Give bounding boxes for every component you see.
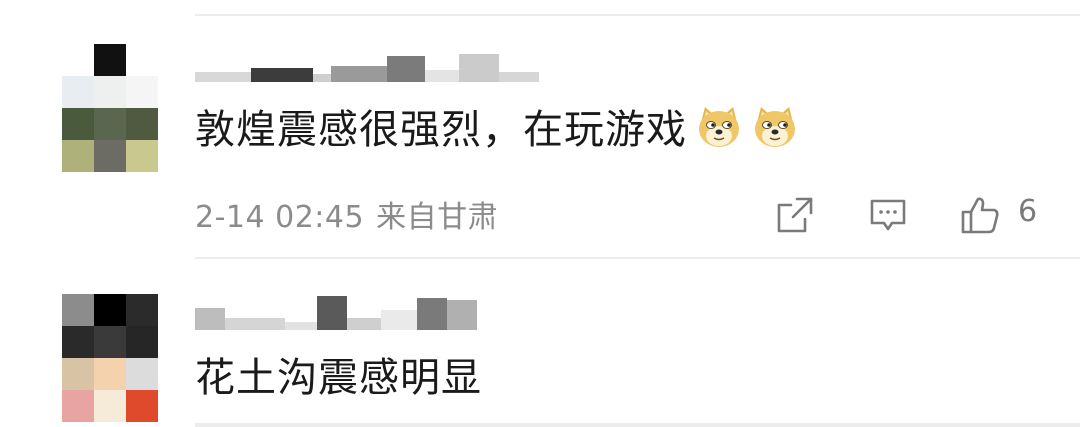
- comment-list: 敦煌震感很强烈，在玩游戏 2-14 02:45 来自甘肃 6 花土沟震感明显: [0, 0, 1080, 427]
- username-blurred[interactable]: [195, 46, 539, 82]
- comment-meta: 2-14 02:45 来自甘肃: [195, 192, 498, 236]
- comment-icon[interactable]: [868, 195, 908, 235]
- comment-location: 来自甘肃: [376, 200, 499, 235]
- comment-date: 2-14 02:45: [195, 200, 365, 235]
- like-count: 6: [1018, 194, 1038, 229]
- username-blurred[interactable]: [195, 294, 477, 330]
- comment-body: 敦煌震感很强烈，在玩游戏: [195, 107, 687, 153]
- divider: [195, 423, 1080, 427]
- doge-emoji-icon: [755, 107, 795, 147]
- divider: [195, 257, 1080, 259]
- doge-emoji-icon: [699, 107, 739, 147]
- share-icon[interactable]: [775, 195, 815, 235]
- avatar[interactable]: [62, 294, 158, 422]
- comment-text: 敦煌震感很强烈，在玩游戏: [195, 102, 799, 158]
- avatar[interactable]: [62, 44, 158, 172]
- comment-text: 花土沟震感明显: [195, 350, 482, 406]
- thumbs-up-icon[interactable]: [960, 195, 1000, 235]
- divider: [195, 14, 1080, 16]
- comment-body: 花土沟震感明显: [195, 355, 482, 401]
